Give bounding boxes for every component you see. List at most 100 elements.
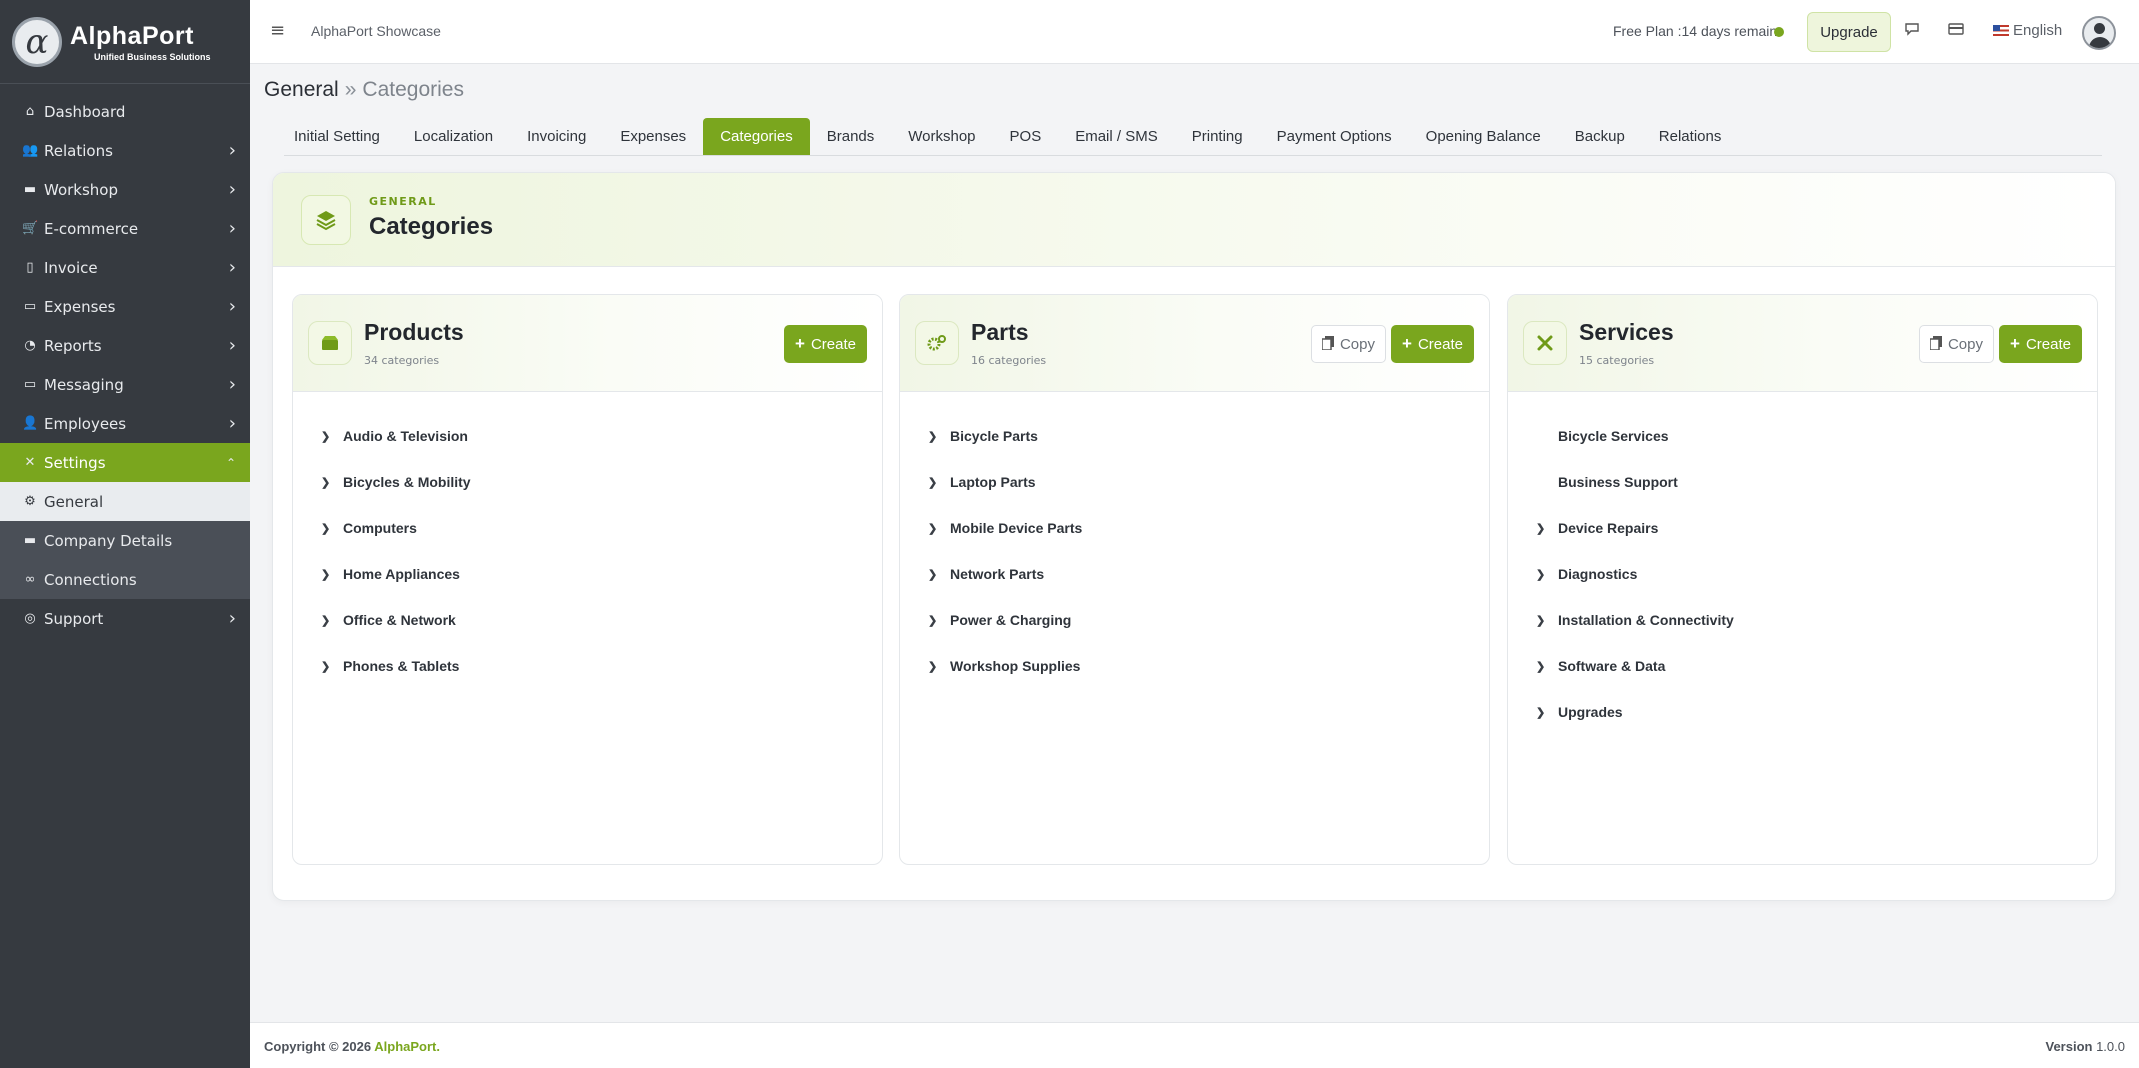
chevron-up-icon: ⌃ xyxy=(225,455,236,470)
chevron-right-icon[interactable]: ❯ xyxy=(321,522,343,535)
language-selector[interactable]: English xyxy=(1993,22,2062,39)
category-item[interactable]: ❯ Upgrades xyxy=(1508,689,2097,735)
chevron-right-icon[interactable]: ❯ xyxy=(321,568,343,581)
sidebar-item-employees[interactable]: 👤 Employees › xyxy=(0,404,250,443)
sidebar-item-workshop[interactable]: ▬ Workshop › xyxy=(0,170,250,209)
chevron-right-icon[interactable]: ❯ xyxy=(928,522,950,535)
category-label: Device Repairs xyxy=(1558,520,1659,536)
category-item[interactable]: ❯ Office & Network xyxy=(293,597,882,643)
tab-pos[interactable]: POS xyxy=(993,118,1059,155)
pie-chart-icon: ◔ xyxy=(24,338,36,353)
copy-button[interactable]: Copy xyxy=(1310,325,1386,363)
tab-email-sms[interactable]: Email / SMS xyxy=(1058,118,1175,155)
sidebar-item-e-commerce[interactable]: 🛒 E-commerce › xyxy=(0,209,250,248)
gear-icon: ⚙ xyxy=(24,494,36,509)
brand-tagline: Unified Business Solutions xyxy=(94,51,211,62)
sidebar-item-general[interactable]: ⚙ General xyxy=(0,482,250,521)
category-label: Power & Charging xyxy=(950,612,1072,628)
sidebar-item-relations[interactable]: 👥 Relations › xyxy=(0,131,250,170)
breadcrumb-section[interactable]: General xyxy=(264,78,339,101)
sidebar-item-invoice[interactable]: ▯ Invoice › xyxy=(0,248,250,287)
chevron-right-icon[interactable]: ❯ xyxy=(1536,522,1558,535)
chevron-right-icon[interactable]: ❯ xyxy=(1536,660,1558,673)
chevron-right-icon[interactable]: ❯ xyxy=(928,568,950,581)
category-item[interactable]: ❯ Power & Charging xyxy=(900,597,1489,643)
tab-payment-options[interactable]: Payment Options xyxy=(1260,118,1409,155)
category-item[interactable]: ❯ Device Repairs xyxy=(1508,505,2097,551)
category-item[interactable]: ❯ Network Parts xyxy=(900,551,1489,597)
sidebar-item-expenses[interactable]: ▭ Expenses › xyxy=(0,287,250,326)
chevron-right-icon[interactable]: ❯ xyxy=(928,614,950,627)
chevron-right-icon[interactable]: ❯ xyxy=(321,430,343,443)
panel-header: Parts 16 categories Copy + Create xyxy=(900,295,1489,392)
sidebar-item-settings[interactable]: ✕ Settings ⌃ xyxy=(0,443,250,482)
tab-brands[interactable]: Brands xyxy=(810,118,892,155)
category-label: Office & Network xyxy=(343,612,456,628)
category-item[interactable]: ❯ Bicycles & Mobility xyxy=(293,459,882,505)
chevron-right-icon[interactable]: ❯ xyxy=(1536,568,1558,581)
category-item[interactable]: ❯ Audio & Television xyxy=(293,413,882,459)
create-button[interactable]: + Create xyxy=(1391,325,1474,363)
create-button[interactable]: + Create xyxy=(784,325,867,363)
tab-categories[interactable]: Categories xyxy=(703,118,810,155)
chevron-right-icon[interactable]: ❯ xyxy=(321,614,343,627)
tab-workshop[interactable]: Workshop xyxy=(891,118,992,155)
chevron-right-icon[interactable]: ❯ xyxy=(321,660,343,673)
tab-expenses[interactable]: Expenses xyxy=(603,118,703,155)
copyright-brand-link[interactable]: AlphaPort. xyxy=(374,1039,440,1054)
sidebar-item-label: General xyxy=(44,492,104,511)
tab-relations[interactable]: Relations xyxy=(1642,118,1739,155)
category-item[interactable]: ❯ Software & Data xyxy=(1508,643,2097,689)
sidebar-item-connections[interactable]: ∞ Connections xyxy=(0,560,250,599)
brand-logo[interactable]: α AlphaPort Unified Business Solutions xyxy=(0,0,250,84)
menu-toggle-icon[interactable]: ≡ xyxy=(270,20,285,41)
billing-icon[interactable] xyxy=(1948,22,1964,40)
chevron-right-icon[interactable]: ❯ xyxy=(928,476,950,489)
category-item[interactable]: ❯ Phones & Tablets xyxy=(293,643,882,689)
user-avatar[interactable] xyxy=(2082,16,2116,50)
sidebar-item-messaging[interactable]: ▭ Messaging › xyxy=(0,365,250,404)
tab-localization[interactable]: Localization xyxy=(397,118,510,155)
create-button-label: Create xyxy=(810,335,856,353)
sidebar-item-label: Expenses xyxy=(44,297,116,316)
category-label: Bicycles & Mobility xyxy=(343,474,471,490)
category-item[interactable]: Business Support xyxy=(1508,459,2097,505)
sidebar-item-reports[interactable]: ◔ Reports › xyxy=(0,326,250,365)
category-label: Software & Data xyxy=(1558,658,1666,674)
sidebar-item-dashboard[interactable]: ⌂ Dashboard xyxy=(0,92,250,131)
tab-opening-balance[interactable]: Opening Balance xyxy=(1409,118,1558,155)
upgrade-button[interactable]: Upgrade xyxy=(1807,12,1891,52)
category-label: Network Parts xyxy=(950,566,1045,582)
copy-button[interactable]: Copy xyxy=(1918,325,1994,363)
tab-invoicing[interactable]: Invoicing xyxy=(510,118,603,155)
category-item[interactable]: ❯ Home Appliances xyxy=(293,551,882,597)
category-item[interactable]: ❯ Mobile Device Parts xyxy=(900,505,1489,551)
tab-initial-setting[interactable]: Initial Setting xyxy=(284,118,397,155)
copyright-text: Copyright © 2026 xyxy=(264,1039,372,1054)
sidebar-item-company-details[interactable]: ▬ Company Details xyxy=(0,521,250,560)
panel-count: 34 categories xyxy=(364,354,440,367)
chevron-right-icon: › xyxy=(228,257,236,278)
category-item[interactable]: ❯ Workshop Supplies xyxy=(900,643,1489,689)
category-item[interactable]: ❯ Laptop Parts xyxy=(900,459,1489,505)
chevron-right-icon[interactable]: ❯ xyxy=(1536,614,1558,627)
tools-icon xyxy=(1523,321,1567,365)
chevron-right-icon: › xyxy=(228,374,236,395)
create-button[interactable]: + Create xyxy=(1999,325,2082,363)
category-item[interactable]: ❯ Computers xyxy=(293,505,882,551)
sidebar-item-support[interactable]: ◎ Support › xyxy=(0,599,250,638)
chevron-right-icon[interactable]: ❯ xyxy=(928,660,950,673)
category-item[interactable]: ❯ Diagnostics xyxy=(1508,551,2097,597)
chevron-right-icon[interactable]: ❯ xyxy=(1536,706,1558,719)
chat-icon[interactable] xyxy=(1904,22,1920,40)
category-item[interactable]: ❯ Installation & Connectivity xyxy=(1508,597,2097,643)
tab-backup[interactable]: Backup xyxy=(1558,118,1642,155)
chevron-right-icon[interactable]: ❯ xyxy=(321,476,343,489)
chevron-right-icon[interactable]: ❯ xyxy=(928,430,950,443)
tab-printing[interactable]: Printing xyxy=(1175,118,1260,155)
category-label: Installation & Connectivity xyxy=(1558,612,1734,628)
category-item[interactable]: ❯ Bicycle Parts xyxy=(900,413,1489,459)
topbar: ≡ AlphaPort Showcase Free Plan :14 days … xyxy=(250,0,2139,64)
chevron-right-icon: › xyxy=(228,335,236,356)
category-item[interactable]: Bicycle Services xyxy=(1508,413,2097,459)
